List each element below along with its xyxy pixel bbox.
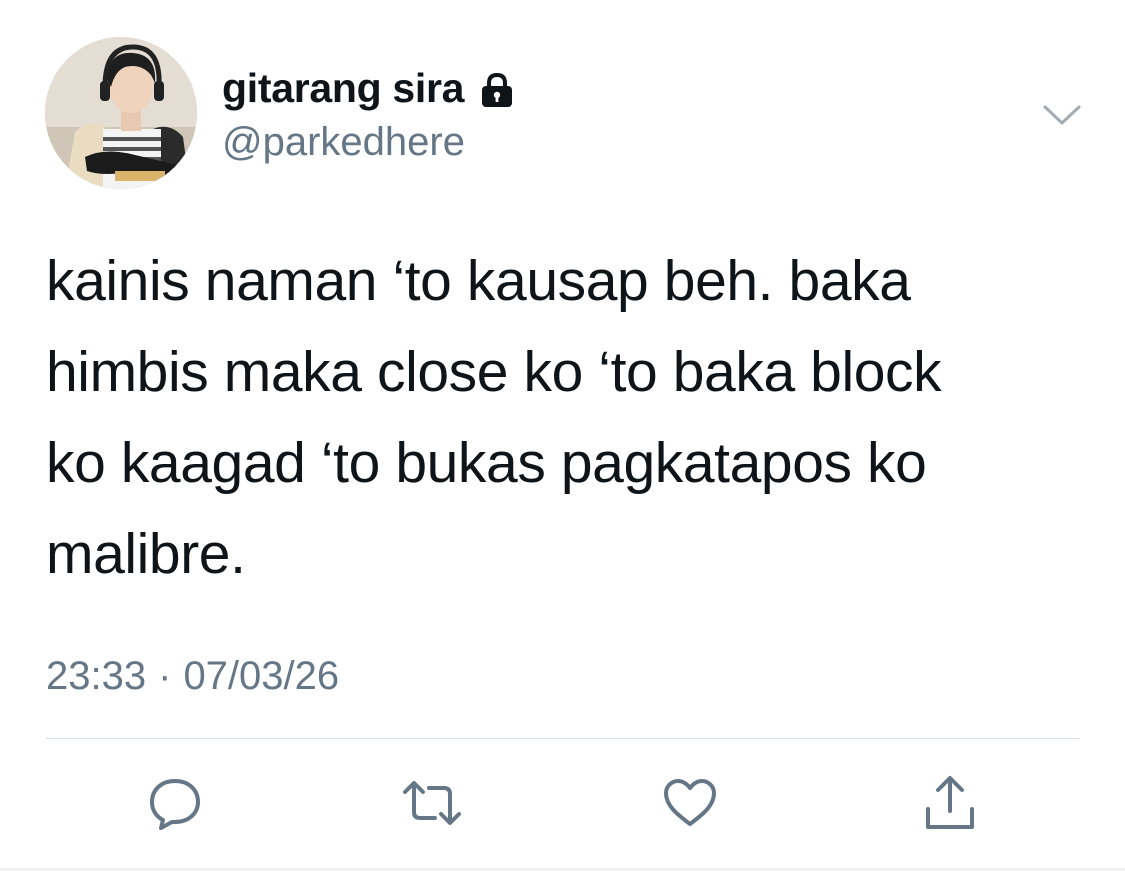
tweet-text-line: kainis naman ‘to kausap beh. baka (46, 249, 911, 313)
chevron-down-icon[interactable] (1040, 98, 1084, 132)
reply-button[interactable] (140, 770, 210, 840)
action-bar (0, 770, 1125, 840)
avatar[interactable] (45, 37, 197, 189)
retweet-icon (401, 778, 463, 833)
reply-icon (147, 775, 203, 836)
tweet-time: 23:33 (46, 654, 147, 698)
user-name-row: gitarang sira (222, 64, 516, 112)
like-button[interactable] (655, 770, 725, 840)
tweet-text-line: ko kaagad ‘to bukas pagkatapos ko (46, 431, 927, 495)
lock-icon (478, 72, 516, 108)
tweet-text-line: himbis maka close ko ‘to baka block (46, 340, 942, 404)
timestamp-separator: · (158, 654, 172, 698)
divider (46, 738, 1080, 739)
share-icon (922, 773, 978, 838)
user-handle[interactable]: @parkedhere (222, 120, 465, 165)
tweet-text-line: malibre. (46, 522, 246, 586)
tweet-timestamp[interactable]: 23:33 · 07/03/26 (46, 654, 339, 699)
retweet-button[interactable] (397, 770, 467, 840)
tweet-date: 07/03/26 (183, 654, 340, 698)
display-name[interactable]: gitarang sira (222, 65, 464, 112)
share-button[interactable] (915, 770, 985, 840)
like-icon (662, 777, 718, 834)
tweet-text: kainis naman ‘to kausap beh. baka himbis… (46, 236, 1066, 600)
